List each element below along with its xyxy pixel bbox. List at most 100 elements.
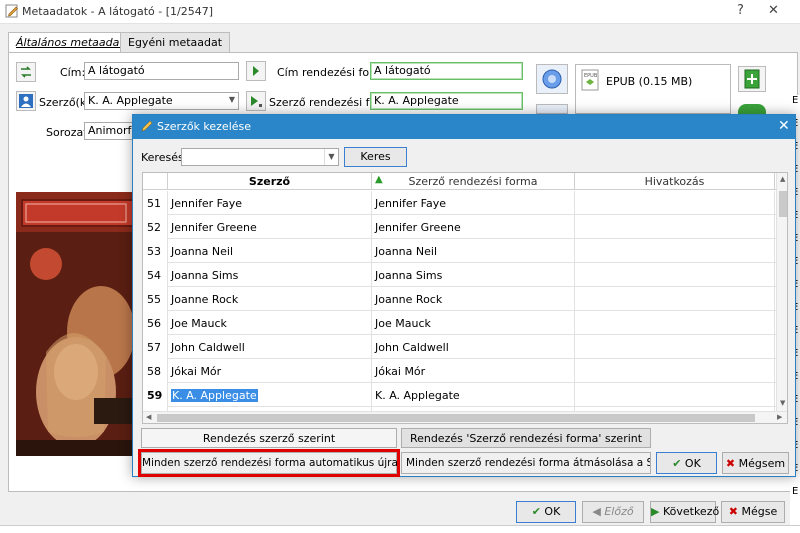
- next-label: Következő: [662, 505, 720, 518]
- sort-form-cell[interactable]: Jókai Mór: [372, 359, 575, 383]
- author-cell[interactable]: John Caldwell: [168, 335, 372, 359]
- title-field[interactable]: A látogató: [84, 62, 239, 80]
- scroll-up-icon[interactable]: ▲: [780, 175, 785, 183]
- change-cover-button[interactable]: [536, 64, 568, 94]
- epub-icon: EPUB: [581, 69, 599, 91]
- table-row[interactable]: 52 Jennifer Greene Jennifer Greene: [143, 215, 776, 239]
- sort-form-cell[interactable]: K. A. Applegate: [372, 383, 575, 407]
- search-input[interactable]: ▼: [181, 148, 339, 166]
- author-to-sort-button[interactable]: [246, 91, 266, 111]
- main-ok-label: OK: [544, 505, 561, 518]
- row-number: 53: [143, 239, 168, 263]
- table-row[interactable]: 51 Jennifer Faye Jennifer Faye: [143, 191, 776, 215]
- row-number: 55: [143, 287, 168, 311]
- row-number-text: 58: [147, 365, 161, 378]
- row-number-text: 52: [147, 221, 161, 234]
- help-button[interactable]: ?: [737, 3, 744, 18]
- table-row[interactable]: 53 Joanna Neil Joanna Neil: [143, 239, 776, 263]
- column-header-sort-form-label: Szerző rendezési forma: [408, 175, 538, 188]
- dialog-ok-button[interactable]: ✔ OK: [656, 452, 717, 474]
- author-cell-text: K. A. Applegate: [171, 389, 258, 402]
- author-cell[interactable]: Jókai Mór: [168, 359, 372, 383]
- title-to-sort-button[interactable]: [246, 61, 266, 81]
- link-cell[interactable]: [575, 359, 775, 383]
- table-row[interactable]: 59 K. A. Applegate K. A. Applegate: [143, 383, 776, 407]
- horizontal-scrollbar[interactable]: ◀ ▶: [143, 411, 787, 423]
- svg-text:EPUB: EPUB: [584, 73, 598, 79]
- author-cell[interactable]: Joanna Neil: [168, 239, 372, 263]
- horizontal-scroll-thumb[interactable]: [157, 414, 755, 422]
- manage-authors-button[interactable]: [16, 91, 36, 111]
- scroll-right-icon[interactable]: ▶: [777, 413, 782, 421]
- swap-icon: [21, 66, 31, 78]
- link-cell[interactable]: [575, 263, 775, 287]
- authors-field[interactable]: K. A. Applegate ▼: [84, 92, 239, 110]
- table-row[interactable]: 56 Joe Mauck Joe Mauck: [143, 311, 776, 335]
- column-header-author[interactable]: Szerző: [168, 173, 372, 190]
- table-row[interactable]: 54 Joanna Sims Joanna Sims: [143, 263, 776, 287]
- sort-by-author-button[interactable]: Rendezés szerző szerint: [141, 428, 397, 448]
- title-sort-field[interactable]: A látogató: [370, 62, 523, 80]
- link-cell[interactable]: [575, 311, 775, 335]
- main-cancel-button[interactable]: ✖ Mégse: [721, 501, 785, 523]
- swap-title-author-button[interactable]: [16, 62, 36, 82]
- sort-form-cell[interactable]: Jennifer Greene: [372, 215, 575, 239]
- main-ok-button[interactable]: ✔ OK: [516, 501, 576, 523]
- arrow-right-icon: [251, 96, 262, 107]
- dialog-cancel-button[interactable]: ✖ Mégsem: [722, 452, 789, 474]
- row-number-text: 51: [147, 197, 161, 210]
- sort-form-cell-text: Jennifer Greene: [375, 221, 461, 234]
- sort-form-cell[interactable]: Jennifer Faye: [372, 191, 575, 215]
- link-cell[interactable]: [575, 215, 775, 239]
- chevron-down-icon[interactable]: ▼: [229, 95, 235, 104]
- manage-authors-dialog: Szerzők kezelése ✕ Keresés: ▼ Keres Szer…: [132, 114, 796, 477]
- scroll-left-icon[interactable]: ◀: [146, 413, 151, 421]
- search-button[interactable]: Keres: [344, 147, 407, 167]
- add-format-button[interactable]: [738, 66, 766, 92]
- link-cell[interactable]: [575, 335, 775, 359]
- author-cell[interactable]: Joanne Rock: [168, 287, 372, 311]
- remove-format-button[interactable]: [738, 104, 766, 114]
- previous-button[interactable]: ◀ Előző: [582, 501, 644, 523]
- sort-form-cell[interactable]: Joanne Rock: [372, 287, 575, 311]
- sort-form-cell[interactable]: Joanna Sims: [372, 263, 575, 287]
- formats-list[interactable]: EPUB EPUB (0.15 MB): [575, 64, 731, 114]
- column-header-sort-form[interactable]: ▲ Szerző rendezési forma: [372, 173, 575, 190]
- sort-form-cell-text: John Caldwell: [375, 341, 449, 354]
- close-window-button[interactable]: ✕: [768, 3, 779, 18]
- next-button[interactable]: ▶ Következő: [650, 501, 720, 523]
- chevron-down-icon[interactable]: ▼: [324, 149, 338, 165]
- main-cancel-label: Mégse: [741, 505, 778, 518]
- author-cell[interactable]: Jennifer Greene: [168, 215, 372, 239]
- author-cell[interactable]: Joanna Sims: [168, 263, 372, 287]
- scroll-down-icon[interactable]: ▼: [780, 399, 785, 407]
- link-cell[interactable]: [575, 239, 775, 263]
- author-cell-text: Jennifer Faye: [171, 197, 243, 210]
- author-cell[interactable]: K. A. Applegate: [168, 383, 372, 407]
- column-header-link[interactable]: Hivatkozás: [575, 173, 775, 190]
- vertical-scrollbar[interactable]: ▲ ▼: [776, 173, 787, 411]
- sort-form-cell[interactable]: Joanna Neil: [372, 239, 575, 263]
- sort-form-cell[interactable]: John Caldwell: [372, 335, 575, 359]
- sort-by-sort-form-button[interactable]: Rendezés 'Szerző rendezési forma' szerin…: [401, 428, 651, 448]
- chevron-left-icon: ◀: [592, 505, 601, 518]
- author-cell[interactable]: Joe Mauck: [168, 311, 372, 335]
- edit-format-button[interactable]: [536, 104, 568, 114]
- author-cell-text: Joanne Rock: [171, 293, 239, 306]
- author-cell[interactable]: Jennifer Faye: [168, 191, 372, 215]
- table-row[interactable]: 57 John Caldwell John Caldwell: [143, 335, 776, 359]
- sort-form-cell-text: Joanne Rock: [375, 293, 443, 306]
- dialog-close-icon[interactable]: ✕: [778, 118, 790, 134]
- regenerate-sort-forms-button[interactable]: Minden szerző rendezési forma automatiku…: [138, 449, 460, 477]
- link-cell[interactable]: [575, 191, 775, 215]
- table-row[interactable]: 55 Joanne Rock Joanne Rock: [143, 287, 776, 311]
- vertical-scroll-thumb[interactable]: [779, 191, 787, 217]
- copy-sort-to-author-button[interactable]: Minden szerző rendezési forma átmásolása…: [401, 452, 651, 474]
- author-sort-field[interactable]: K. A. Applegate: [370, 92, 523, 110]
- tab-custom-metadata[interactable]: Egyéni metaadat: [120, 32, 231, 52]
- link-cell[interactable]: [575, 383, 775, 407]
- table-row[interactable]: 58 Jókai Mór Jókai Mór: [143, 359, 776, 383]
- link-cell[interactable]: [575, 287, 775, 311]
- chevron-right-icon: ▶: [651, 505, 660, 518]
- sort-form-cell[interactable]: Joe Mauck: [372, 311, 575, 335]
